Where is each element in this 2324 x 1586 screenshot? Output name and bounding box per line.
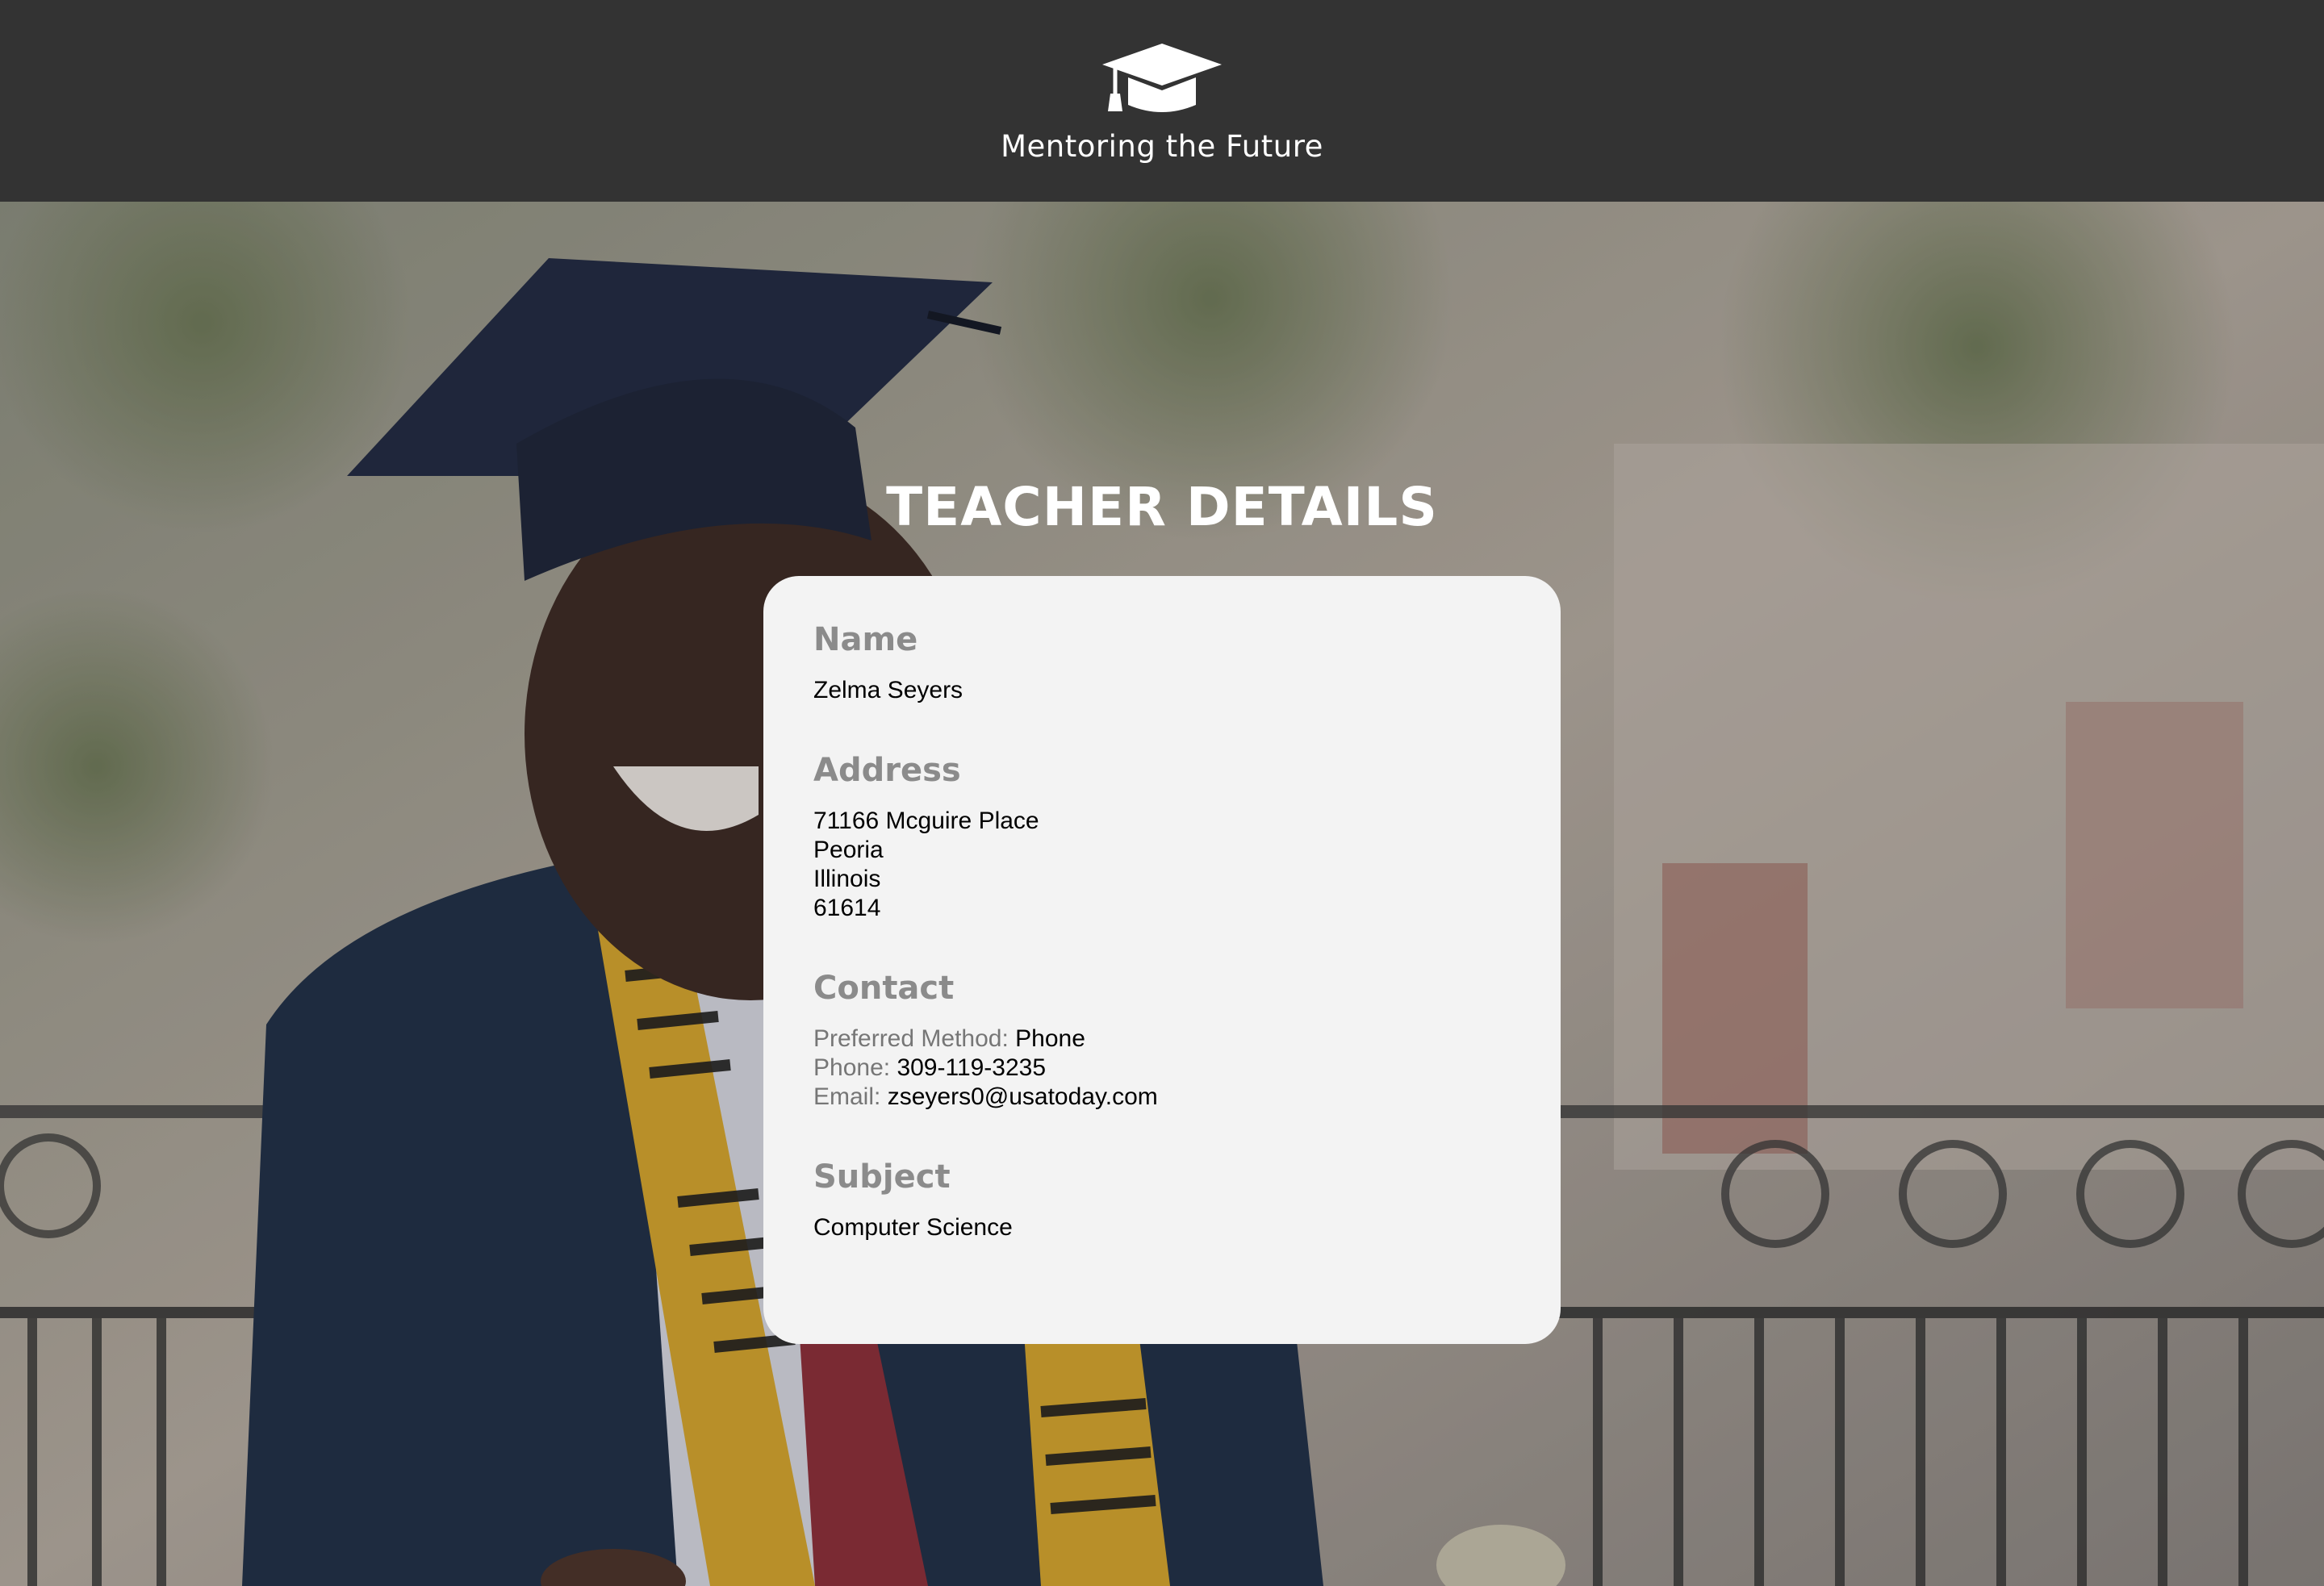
subject-heading: Subject — [813, 1158, 951, 1196]
address-section: Address 71166 Mcguire Place Peoria Illin… — [813, 747, 1561, 923]
phone-row: Phone: 309-119-3235 — [813, 1054, 1561, 1083]
site-header: Mentoring the Future — [0, 0, 2324, 202]
brand-name[interactable]: Mentoring the Future — [0, 129, 2324, 164]
address-zip: 61614 — [813, 895, 881, 921]
preferred-method-row: Preferred Method: Phone — [813, 1025, 1561, 1054]
email-label: Email: — [813, 1083, 881, 1110]
address-heading: Address — [813, 752, 961, 789]
subject-value: Computer Science — [813, 1214, 1013, 1241]
teacher-name: Zelma Seyers — [813, 677, 963, 703]
contact-heading: Contact — [813, 970, 955, 1007]
subject-section: Subject Computer Science — [813, 1154, 1561, 1242]
address-city: Peoria — [813, 837, 884, 863]
email-row: Email: zseyers0@usatoday.com — [813, 1083, 1561, 1112]
address-street: 71166 Mcguire Place — [813, 808, 1039, 834]
graduation-cap-icon — [1102, 44, 1222, 112]
contact-section: Contact Preferred Method: Phone Phone: 3… — [813, 965, 1561, 1112]
email-value: zseyers0@usatoday.com — [887, 1083, 1158, 1110]
teacher-details-card: Name Zelma Seyers Address 71166 Mcguire … — [763, 576, 1561, 1344]
page-title: TEACHER DETAILS — [886, 476, 1438, 538]
address-state: Illinois — [813, 866, 881, 892]
phone-label: Phone: — [813, 1054, 891, 1081]
phone-value: 309-119-3235 — [897, 1054, 1047, 1081]
name-heading: Name — [813, 621, 918, 658]
name-section: Name Zelma Seyers — [813, 616, 1561, 705]
preferred-method-value: Phone — [1015, 1025, 1085, 1052]
preferred-method-label: Preferred Method: — [813, 1025, 1009, 1052]
